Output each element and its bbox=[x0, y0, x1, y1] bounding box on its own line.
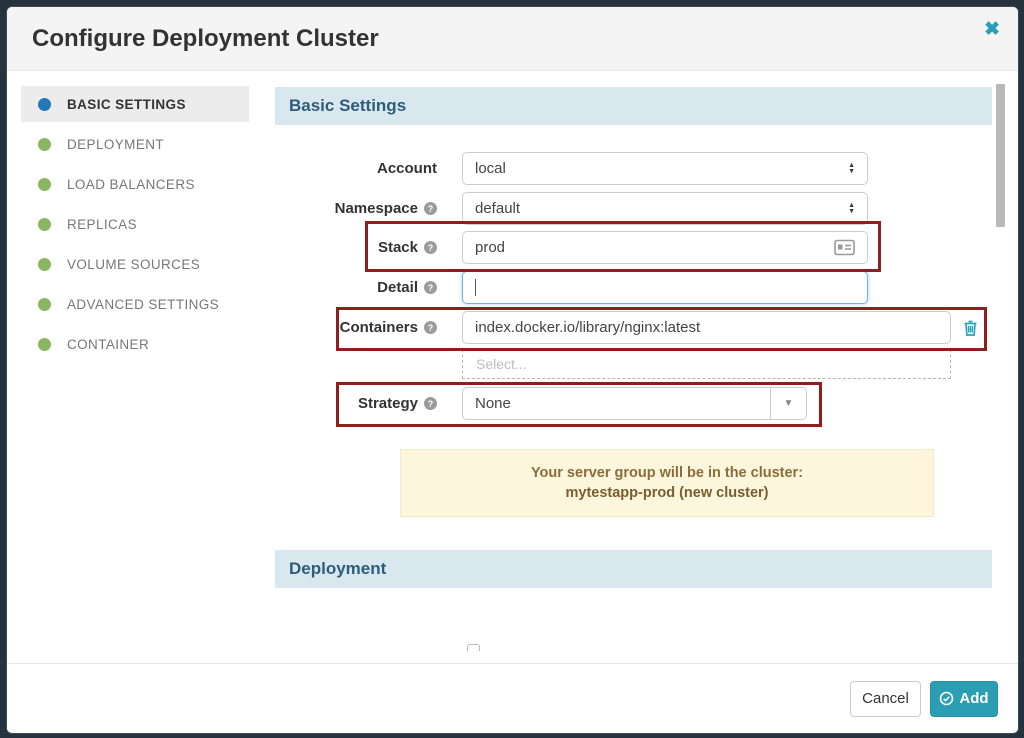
step-dot-icon bbox=[38, 98, 51, 111]
strategy-value: None bbox=[475, 395, 770, 412]
stack-input[interactable]: prod bbox=[462, 231, 868, 264]
sidebar-item-deployment[interactable]: DEPLOYMENT bbox=[21, 126, 249, 162]
close-icon[interactable]: ✖ bbox=[984, 20, 1000, 39]
sidebar-item-basic-settings[interactable]: BASIC SETTINGS bbox=[21, 86, 249, 122]
stack-row: Stack ? prod bbox=[275, 231, 992, 264]
address-card-icon[interactable] bbox=[834, 239, 855, 256]
sidebar-item-volume-sources[interactable]: VOLUME SOURCES bbox=[21, 246, 249, 282]
strategy-label: Strategy ? bbox=[275, 395, 462, 412]
sidebar-item-label: REPLICAS bbox=[67, 217, 137, 232]
sidebar-item-load-balancers[interactable]: LOAD BALANCERS bbox=[21, 166, 249, 202]
namespace-label: Namespace ? bbox=[275, 200, 462, 217]
select-placeholder: Select... bbox=[476, 356, 527, 372]
select-stepper-icon: ▲▼ bbox=[848, 163, 855, 175]
wizard-sidebar: BASIC SETTINGS DEPLOYMENT LOAD BALANCERS… bbox=[21, 86, 249, 366]
sidebar-item-label: ADVANCED SETTINGS bbox=[67, 297, 219, 312]
text-cursor bbox=[475, 279, 476, 296]
sidebar-item-container[interactable]: CONTAINER bbox=[21, 326, 249, 362]
select-stepper-icon: ▲▼ bbox=[848, 203, 855, 215]
strategy-dropdown[interactable]: None ▼ bbox=[462, 387, 807, 420]
stack-value: prod bbox=[475, 239, 834, 256]
account-value: local bbox=[475, 160, 840, 177]
namespace-select[interactable]: default ▲▼ bbox=[462, 192, 868, 225]
sidebar-item-label: CONTAINER bbox=[67, 337, 149, 352]
configure-cluster-modal: Configure Deployment Cluster ✖ BASIC SET… bbox=[6, 6, 1019, 734]
account-select[interactable]: local ▲▼ bbox=[462, 152, 868, 185]
trash-icon[interactable] bbox=[963, 319, 978, 337]
sidebar-item-label: DEPLOYMENT bbox=[67, 137, 164, 152]
containers-row: Containers ? index.docker.io/library/ngi… bbox=[275, 311, 992, 344]
modal-header: Configure Deployment Cluster ✖ bbox=[7, 7, 1018, 71]
help-icon[interactable]: ? bbox=[424, 202, 437, 215]
vertical-scrollbar-thumb[interactable] bbox=[996, 84, 1005, 227]
account-label: Account bbox=[275, 160, 462, 177]
step-dot-icon bbox=[38, 138, 51, 151]
namespace-row: Namespace ? default ▲▼ bbox=[275, 192, 992, 225]
section-header-basic-settings: Basic Settings bbox=[275, 87, 992, 125]
container-image-select[interactable]: Select... bbox=[462, 349, 951, 379]
cluster-info-box: Your server group will be in the cluster… bbox=[400, 449, 934, 517]
containers-input[interactable]: index.docker.io/library/nginx:latest bbox=[462, 311, 951, 344]
containers-label: Containers ? bbox=[275, 319, 462, 336]
help-icon[interactable]: ? bbox=[424, 321, 437, 334]
detail-input[interactable] bbox=[462, 271, 868, 304]
chevron-down-icon: ▼ bbox=[770, 388, 806, 419]
check-circle-icon bbox=[939, 691, 954, 706]
detail-row: Detail ? bbox=[275, 271, 992, 304]
cluster-info-line1: Your server group will be in the cluster… bbox=[531, 465, 803, 481]
section-header-deployment: Deployment bbox=[275, 550, 992, 588]
step-dot-icon bbox=[38, 338, 51, 351]
step-dot-icon bbox=[38, 218, 51, 231]
strategy-row: Strategy ? None ▼ bbox=[275, 387, 992, 420]
cancel-button[interactable]: Cancel bbox=[850, 681, 921, 717]
add-button[interactable]: Add bbox=[930, 681, 998, 717]
stack-label: Stack ? bbox=[275, 239, 462, 256]
detail-label: Detail ? bbox=[275, 279, 462, 296]
containers-value: index.docker.io/library/nginx:latest bbox=[475, 319, 938, 336]
section-title: Deployment bbox=[289, 559, 386, 579]
namespace-value: default bbox=[475, 200, 840, 217]
sidebar-item-replicas[interactable]: REPLICAS bbox=[21, 206, 249, 242]
modal-title: Configure Deployment Cluster bbox=[32, 25, 379, 53]
cluster-info-line2: mytestapp-prod (new cluster) bbox=[565, 485, 768, 501]
sidebar-item-label: BASIC SETTINGS bbox=[67, 97, 186, 112]
modal-body: BASIC SETTINGS DEPLOYMENT LOAD BALANCERS… bbox=[7, 71, 1018, 663]
step-dot-icon bbox=[38, 178, 51, 191]
step-dot-icon bbox=[38, 258, 51, 271]
sidebar-item-label: VOLUME SOURCES bbox=[67, 257, 200, 272]
account-row: Account local ▲▼ bbox=[275, 152, 992, 185]
sidebar-item-advanced-settings[interactable]: ADVANCED SETTINGS bbox=[21, 286, 249, 322]
sidebar-item-label: LOAD BALANCERS bbox=[67, 177, 195, 192]
help-icon[interactable]: ? bbox=[424, 281, 437, 294]
page-backdrop: Configure Deployment Cluster ✖ BASIC SET… bbox=[0, 0, 1024, 738]
modal-footer: Cancel Add bbox=[7, 663, 1018, 733]
help-icon[interactable]: ? bbox=[424, 241, 437, 254]
help-icon[interactable]: ? bbox=[424, 397, 437, 410]
partial-checkbox[interactable] bbox=[467, 644, 480, 651]
section-title: Basic Settings bbox=[289, 96, 406, 116]
step-dot-icon bbox=[38, 298, 51, 311]
